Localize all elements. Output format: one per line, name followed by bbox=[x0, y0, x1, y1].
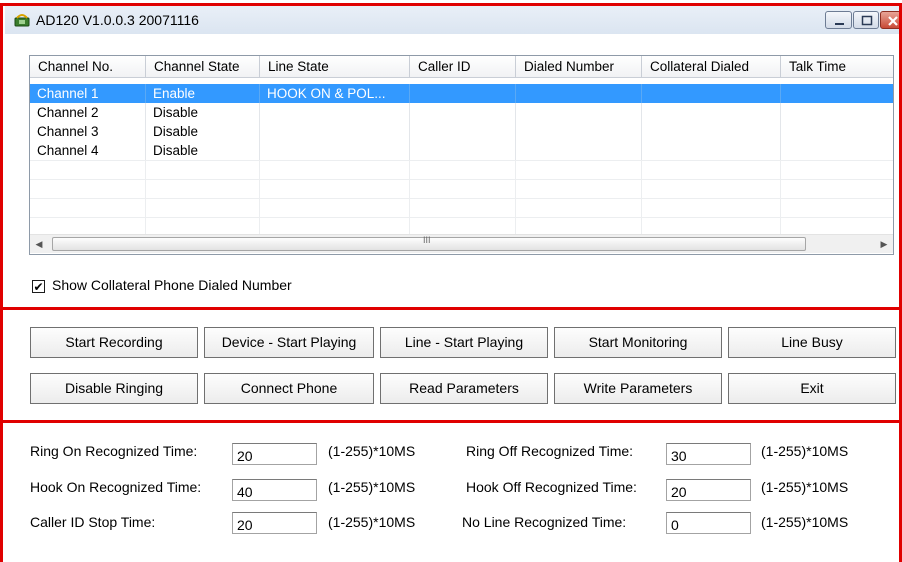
ring-off-time-unit: (1-255)*10MS bbox=[761, 443, 849, 459]
cell-channel: Channel 1 bbox=[30, 84, 146, 103]
cell-line-state bbox=[260, 103, 410, 122]
hook-off-time-unit: (1-255)*10MS bbox=[761, 479, 849, 495]
ring-off-time-label: Ring Off Recognized Time: bbox=[466, 443, 634, 459]
cell-dialed-number bbox=[516, 84, 642, 103]
cell-caller-id bbox=[410, 84, 516, 103]
scrollbar-thumb[interactable]: III bbox=[52, 235, 806, 251]
show-collateral-checkbox[interactable]: ✔ bbox=[32, 280, 45, 293]
ring-on-time-label: Ring On Recognized Time: bbox=[30, 443, 198, 459]
column-header-channel-state[interactable]: Channel State bbox=[146, 56, 260, 78]
column-separator bbox=[259, 160, 260, 235]
hook-on-time-label: Hook On Recognized Time: bbox=[30, 479, 202, 495]
cell-caller-id bbox=[410, 141, 516, 160]
channel-list-view[interactable]: Channel No. Channel State Line State Cal… bbox=[29, 55, 894, 255]
read-parameters-button[interactable]: Read Parameters bbox=[380, 373, 548, 404]
start-monitoring-button[interactable]: Start Monitoring bbox=[554, 327, 722, 358]
caller-id-stop-time-label: Caller ID Stop Time: bbox=[30, 514, 156, 530]
ring-off-time-input[interactable]: 30 bbox=[666, 443, 751, 465]
hook-on-time-input[interactable]: 40 bbox=[232, 479, 317, 501]
minimize-icon bbox=[835, 23, 844, 25]
table-row[interactable]: Channel 3 Disable bbox=[30, 122, 893, 141]
empty-row-gridline bbox=[30, 198, 893, 199]
minimize-button[interactable] bbox=[825, 11, 852, 29]
cell-collateral-dialed bbox=[642, 122, 781, 141]
horizontal-scrollbar[interactable]: ◀ III ▶ bbox=[30, 234, 893, 253]
exit-button[interactable]: Exit bbox=[728, 373, 896, 404]
column-separator bbox=[641, 160, 642, 235]
scroll-right-arrow-icon[interactable]: ▶ bbox=[875, 235, 893, 254]
scroll-left-arrow-icon[interactable]: ◀ bbox=[30, 235, 48, 254]
cell-channel-state: Disable bbox=[146, 103, 260, 122]
scrollbar-grip: III bbox=[423, 235, 431, 245]
column-separator bbox=[409, 160, 410, 235]
line-start-playing-button[interactable]: Line - Start Playing bbox=[380, 327, 548, 358]
cell-talk-time bbox=[781, 103, 893, 122]
table-row[interactable]: Channel 4 Disable bbox=[30, 141, 893, 160]
cell-caller-id bbox=[410, 122, 516, 141]
empty-row-gridline bbox=[30, 179, 893, 180]
cell-dialed-number bbox=[516, 141, 642, 160]
device-start-playing-button[interactable]: Device - Start Playing bbox=[204, 327, 374, 358]
no-line-time-label: No Line Recognized Time: bbox=[462, 514, 627, 530]
disable-ringing-button[interactable]: Disable Ringing bbox=[30, 373, 198, 404]
column-header-channel-no[interactable]: Channel No. bbox=[30, 56, 146, 78]
cell-line-state: HOOK ON & POL... bbox=[260, 84, 410, 103]
write-parameters-button[interactable]: Write Parameters bbox=[554, 373, 722, 404]
cell-line-state bbox=[260, 122, 410, 141]
caller-id-stop-time-input[interactable]: 20 bbox=[232, 512, 317, 534]
cell-talk-time bbox=[781, 122, 893, 141]
cell-caller-id bbox=[410, 103, 516, 122]
column-header-collateral-dialed[interactable]: Collateral Dialed bbox=[642, 56, 781, 78]
empty-row-gridline bbox=[30, 217, 893, 218]
table-row[interactable]: Channel 2 Disable bbox=[30, 103, 893, 122]
line-busy-button[interactable]: Line Busy bbox=[728, 327, 896, 358]
close-button[interactable] bbox=[880, 11, 902, 29]
no-line-time-input[interactable]: 0 bbox=[666, 512, 751, 534]
column-header-caller-id[interactable]: Caller ID bbox=[410, 56, 516, 78]
cell-channel: Channel 3 bbox=[30, 122, 146, 141]
table-row[interactable]: Channel 1 Enable HOOK ON & POL... bbox=[30, 84, 893, 103]
no-line-time-unit: (1-255)*10MS bbox=[761, 514, 849, 530]
column-header-dialed-number[interactable]: Dialed Number bbox=[516, 56, 642, 78]
cell-collateral-dialed bbox=[642, 103, 781, 122]
cell-talk-time bbox=[781, 84, 893, 103]
cell-talk-time bbox=[781, 141, 893, 160]
column-separator bbox=[780, 160, 781, 235]
cell-channel-state: Disable bbox=[146, 141, 260, 160]
start-recording-button[interactable]: Start Recording bbox=[30, 327, 198, 358]
cell-line-state bbox=[260, 141, 410, 160]
cell-dialed-number bbox=[516, 103, 642, 122]
show-collateral-label[interactable]: Show Collateral Phone Dialed Number bbox=[52, 277, 292, 293]
window-title: AD120 V1.0.0.3 20071116 bbox=[36, 12, 199, 28]
connect-phone-button[interactable]: Connect Phone bbox=[204, 373, 374, 404]
caller-id-stop-time-unit: (1-255)*10MS bbox=[328, 514, 416, 530]
cell-collateral-dialed bbox=[642, 84, 781, 103]
cell-collateral-dialed bbox=[642, 141, 781, 160]
annotation-frame-middle bbox=[0, 307, 902, 423]
hook-on-time-unit: (1-255)*10MS bbox=[328, 479, 416, 495]
hook-off-time-label: Hook Off Recognized Time: bbox=[466, 479, 637, 495]
column-header-talk-time[interactable]: Talk Time bbox=[781, 56, 893, 78]
maximize-button[interactable] bbox=[853, 11, 879, 29]
empty-row-gridline bbox=[30, 160, 893, 161]
cell-channel: Channel 4 bbox=[30, 141, 146, 160]
cell-dialed-number bbox=[516, 122, 642, 141]
column-separator bbox=[515, 160, 516, 235]
hook-off-time-input[interactable]: 20 bbox=[666, 479, 751, 501]
cell-channel-state: Enable bbox=[146, 84, 260, 103]
cell-channel: Channel 2 bbox=[30, 103, 146, 122]
column-separator bbox=[145, 160, 146, 235]
ring-on-time-unit: (1-255)*10MS bbox=[328, 443, 416, 459]
cell-channel-state: Disable bbox=[146, 122, 260, 141]
column-header-line-state[interactable]: Line State bbox=[260, 56, 410, 78]
ring-on-time-input[interactable]: 20 bbox=[232, 443, 317, 465]
close-icon bbox=[888, 16, 898, 26]
phone-app-icon bbox=[14, 12, 32, 28]
maximize-icon bbox=[861, 15, 873, 26]
